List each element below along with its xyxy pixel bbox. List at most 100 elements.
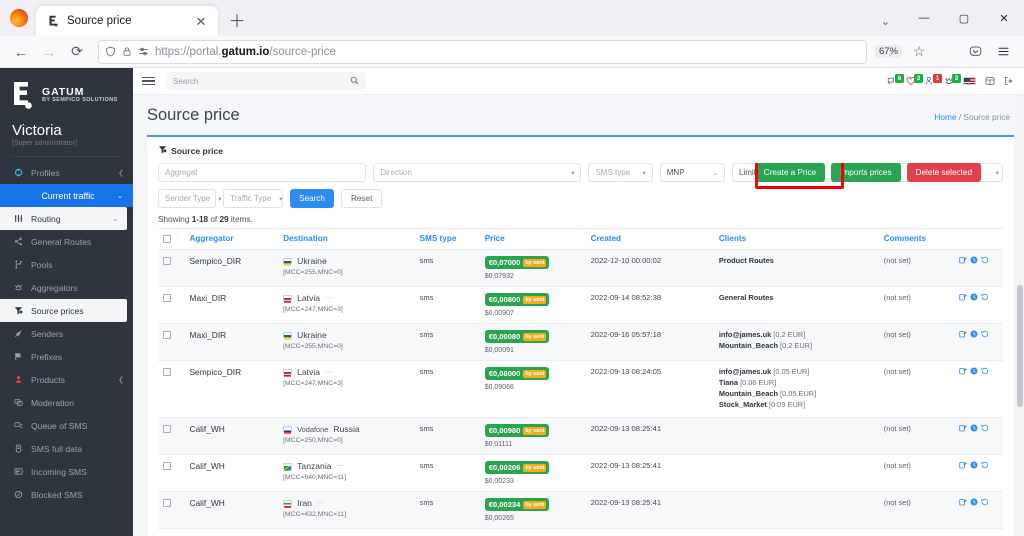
column-header-sms-type[interactable]: SMS type [415, 229, 480, 250]
sidebar-item-blocked-sms[interactable]: Blocked SMS [0, 483, 133, 506]
balance-counter-icon[interactable]: 2 [944, 76, 954, 86]
checkbox[interactable] [163, 368, 171, 376]
sms-counter-icon[interactable]: 6 [887, 76, 897, 86]
search-input-placeholder[interactable]: Search [173, 77, 346, 86]
edit-icon[interactable] [959, 424, 967, 434]
minimize-window-button[interactable]: — [904, 4, 944, 32]
direction-select[interactable]: Direction ▾ [373, 163, 581, 182]
history-icon[interactable] [981, 367, 989, 377]
close-tab-icon[interactable]: ✕ [192, 12, 210, 30]
us-flag-icon[interactable] [963, 77, 976, 86]
table-row[interactable]: Calif_WHTanzania—[MCC=640,MNC=11]sms€0,0… [158, 455, 1003, 492]
row-checkbox[interactable] [158, 418, 184, 455]
sender-type-select[interactable]: Sender Type ▾ [158, 189, 216, 208]
info-icon[interactable] [970, 367, 978, 377]
search-icon[interactable] [350, 76, 359, 87]
maximize-window-button[interactable]: ▢ [944, 4, 984, 32]
info-icon[interactable] [970, 461, 978, 471]
mnp-select[interactable]: MNP ⌄ [660, 163, 725, 182]
checkbox[interactable] [163, 499, 171, 507]
column-header-destination[interactable]: Destination [278, 229, 414, 250]
row-checkbox[interactable] [158, 287, 184, 324]
reload-button[interactable]: ⟳ [64, 39, 90, 65]
sidebar-item-profiles[interactable]: Profiles❮ [0, 161, 133, 184]
sms-type-select[interactable]: SMS type ▾ [588, 163, 652, 182]
row-checkbox[interactable] [158, 250, 184, 287]
history-icon[interactable] [981, 498, 989, 508]
sidebar-item-source-prices[interactable]: Source prices [0, 299, 127, 322]
sidebar-item-products[interactable]: Products❮ [0, 368, 133, 391]
column-header-comments[interactable]: Comments [879, 229, 954, 250]
permissions-icon[interactable] [138, 46, 149, 57]
sidebar-item-senders[interactable]: Senders [0, 322, 133, 345]
info-icon[interactable] [970, 424, 978, 434]
grid-icon[interactable] [985, 76, 995, 86]
sidebar-item-incoming-sms[interactable]: Incoming SMS [0, 460, 133, 483]
history-icon[interactable] [981, 330, 989, 340]
close-window-button[interactable]: ✕ [984, 4, 1024, 32]
table-row[interactable]: Calif_WHIran—[MCC=432,MNC=11]sms€0,00234… [158, 492, 1003, 529]
browser-tab[interactable]: Source price ✕ [36, 6, 218, 36]
search-button[interactable]: Search [290, 189, 334, 208]
history-icon[interactable] [981, 256, 989, 266]
sidebar-item-aggregators[interactable]: Aggregators [0, 276, 133, 299]
table-row[interactable]: Maxi_DIRLatvia—[MCC=247,MNC=3]sms€0,0080… [158, 287, 1003, 324]
bookmark-star-icon[interactable]: ☆ [906, 39, 932, 65]
edit-icon[interactable] [959, 256, 967, 266]
create-price-button[interactable]: Create a Price [755, 163, 825, 182]
column-header-price[interactable]: Price [480, 229, 586, 250]
sidebar-item-queue-of-sms[interactable]: Queue of SMS [0, 414, 133, 437]
checkbox[interactable] [163, 257, 171, 265]
edit-icon[interactable] [959, 330, 967, 340]
table-row[interactable]: Calif_WHVodafoneRussia[MCC=250,MNC=0]sms… [158, 418, 1003, 455]
aggregat-input[interactable]: Aggregat [158, 163, 366, 182]
checkbox[interactable] [163, 294, 171, 302]
brand-logo[interactable]: GATUM BY SEMPICO SOLUTIONS [0, 68, 133, 116]
table-row[interactable]: Maxi_DIRUkraine[MCC=255,MNC=0]sms€0,0008… [158, 324, 1003, 361]
edit-icon[interactable] [959, 293, 967, 303]
lock-icon[interactable] [122, 46, 132, 57]
delete-selected-button[interactable]: Delete selected [907, 163, 981, 182]
info-icon[interactable] [970, 330, 978, 340]
breadcrumb-home-link[interactable]: Home [934, 112, 956, 122]
checkbox[interactable] [163, 425, 171, 433]
history-icon[interactable] [981, 293, 989, 303]
pocket-icon[interactable] [962, 39, 988, 65]
list-all-tabs-icon[interactable]: ⌄ [881, 15, 890, 28]
topbar-search[interactable]: Search [166, 72, 366, 90]
sidebar-item-sms-full-data[interactable]: SMS full data [0, 437, 133, 460]
column-header-aggregator[interactable]: Aggregator [184, 229, 278, 250]
sidebar-item-pools[interactable]: Pools [0, 253, 133, 276]
edit-icon[interactable] [959, 498, 967, 508]
checkbox[interactable] [163, 235, 171, 243]
users-counter-icon[interactable]: 1 [925, 76, 935, 86]
forward-button[interactable]: → [36, 39, 62, 65]
sidebar-toggle-icon[interactable] [142, 77, 155, 86]
sidebar-item-current-traffic[interactable]: Current traffic⌄ [0, 184, 133, 207]
column-header-clients[interactable]: Clients [714, 229, 879, 250]
table-row[interactable]: Sempico_DIRUkraine[MCC=255,MNC=0]sms€0,0… [158, 250, 1003, 287]
info-icon[interactable] [970, 498, 978, 508]
shield-icon[interactable] [105, 46, 116, 57]
row-checkbox[interactable] [158, 455, 184, 492]
traffic-type-select[interactable]: Traffic Type ▾ [223, 189, 283, 208]
alerts-counter-icon[interactable]: 3 [906, 76, 916, 86]
scrollbar-thumb[interactable] [1017, 285, 1023, 407]
info-icon[interactable] [970, 256, 978, 266]
row-checkbox[interactable] [158, 361, 184, 418]
sidebar-item-moderation[interactable]: Moderation [0, 391, 133, 414]
logout-icon[interactable] [1004, 76, 1014, 86]
url-bar[interactable]: https://portal.gatum.io/source-price [98, 40, 867, 64]
app-menu-icon[interactable] [990, 39, 1016, 65]
new-tab-button[interactable]: ＋ [228, 12, 246, 30]
column-header-created[interactable]: Created [586, 229, 714, 250]
sidebar-item-general-routes[interactable]: General Routes [0, 230, 133, 253]
history-icon[interactable] [981, 424, 989, 434]
info-icon[interactable] [970, 293, 978, 303]
page-scrollbar[interactable] [1015, 95, 1024, 536]
edit-icon[interactable] [959, 461, 967, 471]
history-icon[interactable] [981, 461, 989, 471]
reset-button[interactable]: Reset [341, 189, 382, 208]
row-checkbox[interactable] [158, 492, 184, 529]
imports-prices-button[interactable]: Imports prices [831, 163, 900, 182]
